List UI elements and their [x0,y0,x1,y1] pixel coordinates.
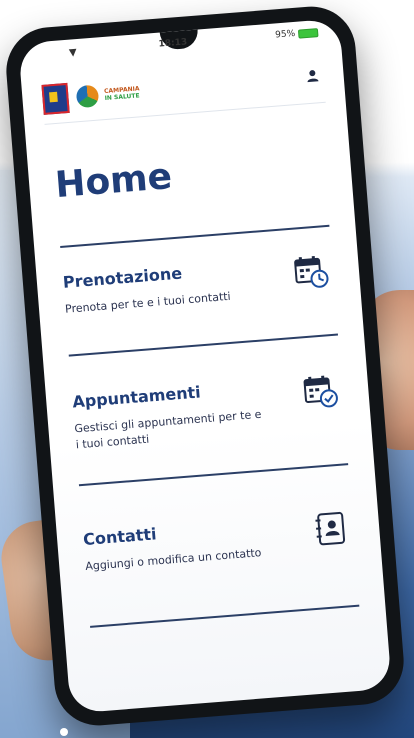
region-coat-of-arms-logo [41,82,70,115]
divider-top [60,224,330,248]
battery-percent: 95% [274,28,296,41]
divider-1 [68,333,339,357]
brand-line-2: IN SALUTE [104,92,140,103]
phone-frame: ▼ 18:13 95% CAMPANIA IN SALUTE Home Pren… [3,3,407,729]
status-time: 18:13 [158,37,188,50]
page-title: Home [53,156,174,207]
brand-text: CAMPANIA IN SALUTE [104,85,140,102]
wifi-icon: ▼ [68,47,78,59]
calendar-check-icon [303,375,338,408]
address-book-icon [315,511,346,546]
divider-bottom [90,604,360,628]
menu-item-description: Prenota per te e i tuoi contatti [64,289,232,316]
user-profile-icon[interactable] [305,68,320,83]
page-indicator-dot [60,728,68,736]
menu-item-prenotazione[interactable]: Prenotazione Prenota per te e i tuoi con… [62,252,335,318]
menu-item-contatti[interactable]: Contatti Aggiungi o modifica un contatto [82,509,355,575]
menu-item-appuntamenti[interactable]: Appuntamenti Gestisci gli appuntamenti p… [72,371,346,453]
app-header: CAMPANIA IN SALUTE [40,53,326,125]
calendar-clock-icon [294,256,329,288]
menu-item-description: Gestisci gli appuntamenti per te e i tuo… [74,407,262,452]
divider-2 [78,463,349,487]
menu-item-description: Aggiungi o modifica un contatto [84,546,262,573]
battery-indicator: 95% [275,27,319,40]
phone-screen: ▼ 18:13 95% CAMPANIA IN SALUTE Home Pren… [18,18,392,714]
campania-salute-logo [75,84,100,109]
battery-icon [297,27,319,39]
